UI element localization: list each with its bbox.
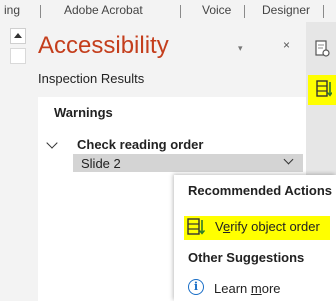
warnings-heading: Warnings xyxy=(54,105,113,120)
tab-separator xyxy=(180,5,181,18)
pane-options-icon[interactable]: ▾ xyxy=(238,43,243,54)
learn-text-1: Learn xyxy=(214,281,251,296)
inspection-results-label: Inspection Results xyxy=(38,71,145,86)
reading-order-icon[interactable] xyxy=(314,40,330,58)
tab-truncated[interactable]: ing xyxy=(4,3,20,17)
pane-title: Accessibility xyxy=(38,32,169,59)
learn-text-accelerator: m xyxy=(250,281,262,296)
learn-more-link[interactable]: Learn more xyxy=(214,281,281,296)
tab-adobe-acrobat[interactable]: Adobe Acrobat xyxy=(64,3,143,17)
verify-text-1: V xyxy=(215,219,223,234)
tab-separator xyxy=(40,5,41,18)
tab-designer[interactable]: Designer xyxy=(262,3,310,17)
tab-separator xyxy=(244,5,245,18)
verify-text-2: rify object order xyxy=(230,219,320,234)
issue-item-label: Slide 2 xyxy=(81,156,121,171)
tab-voice[interactable]: Voice xyxy=(202,3,231,17)
slide-thumbnail[interactable] xyxy=(10,48,26,64)
recommended-actions-heading: Recommended Actions xyxy=(188,183,332,198)
verify-object-order-action[interactable]: Verify object order xyxy=(215,219,320,234)
verify-order-icon[interactable] xyxy=(187,217,205,237)
scroll-up-icon[interactable] xyxy=(10,28,26,44)
tab-separator xyxy=(323,5,324,18)
other-suggestions-heading: Other Suggestions xyxy=(188,250,305,265)
learn-text-2: ore xyxy=(261,281,281,296)
issue-check-reading-order[interactable]: Check reading order xyxy=(77,137,203,152)
close-icon[interactable]: × xyxy=(283,38,290,52)
info-icon: i xyxy=(188,279,204,295)
verify-order-icon[interactable] xyxy=(316,79,332,99)
